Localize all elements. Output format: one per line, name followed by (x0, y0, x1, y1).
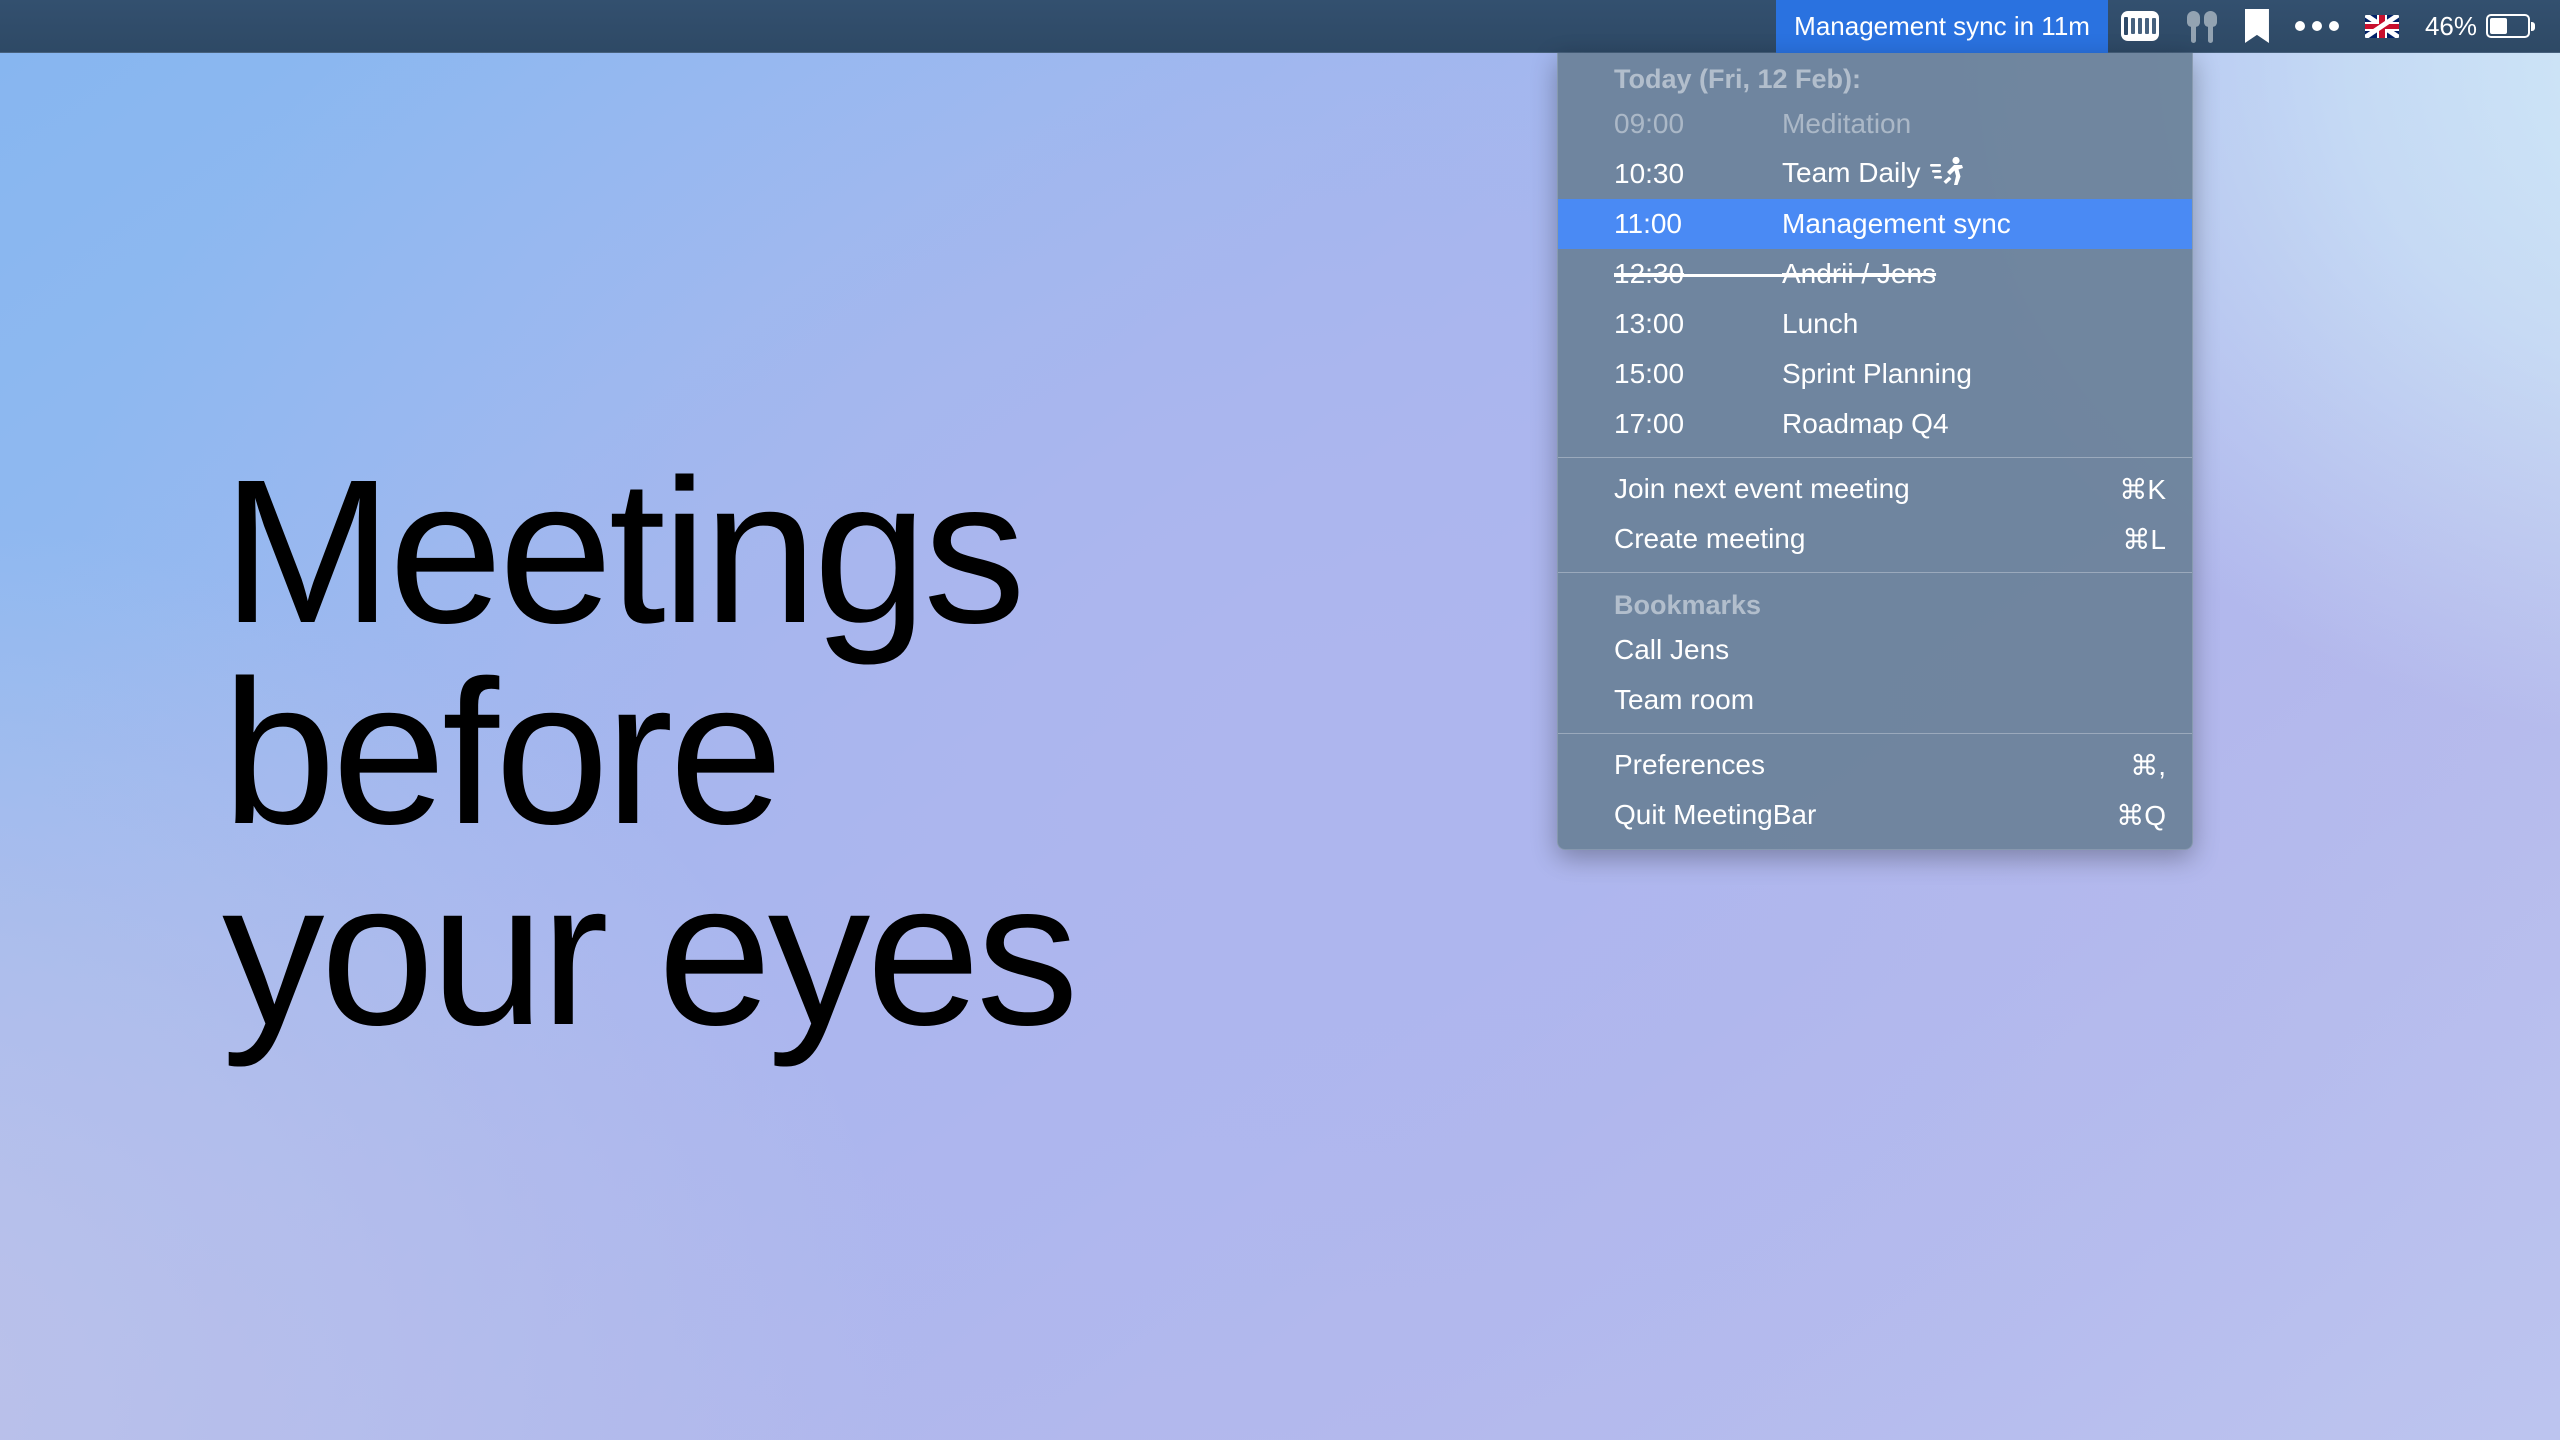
event-title: Sprint Planning (1782, 358, 1972, 389)
menu-item-label: Create meeting (1614, 523, 1806, 554)
menu-item-label: Call Jens (1614, 634, 1730, 665)
menu-item-call-jens[interactable]: Call Jens (1558, 625, 2192, 675)
event-time: 09:00 (1614, 108, 1685, 139)
audio-equalizer-glyph (2120, 11, 2159, 41)
battery-icon[interactable] (2486, 0, 2542, 53)
menu-item-create-meeting[interactable]: Create meeting ⌘L (1558, 514, 2192, 564)
event-time: 13:00 (1614, 308, 1685, 339)
footer-section: Preferences ⌘, Quit MeetingBar ⌘Q (1558, 740, 2192, 840)
event-title: Team Daily (1782, 156, 2174, 193)
event-time: 10:30 (1614, 158, 1685, 189)
menu-item-shortcut: ⌘, (2130, 749, 2166, 781)
audio-equalizer-icon[interactable] (2108, 0, 2172, 53)
menu-item-label: Quit MeetingBar (1614, 799, 1817, 830)
event-time: 11:00 (1614, 208, 1682, 239)
menu-item-label: Join next event meeting (1614, 473, 1910, 504)
menu-item-label: Team room (1614, 684, 1755, 715)
airpods-glyph (2185, 9, 2219, 43)
more-dots-glyph (2294, 21, 2339, 31)
airpods-icon[interactable] (2172, 0, 2232, 53)
menu-separator (1558, 733, 2192, 734)
event-row[interactable]: 13:00 Lunch (1558, 299, 2192, 349)
event-time: 15:00 (1614, 358, 1685, 389)
event-row-selected[interactable]: 11:00 Management sync (1558, 199, 2192, 249)
menu-item-join-next-event-meeting[interactable]: Join next event meeting ⌘K (1558, 464, 2192, 514)
event-row[interactable]: 17:00 Roadmap Q4 (1558, 399, 2192, 449)
running-person-icon (1930, 156, 1964, 193)
menu-item-quit-meetingbar[interactable]: Quit MeetingBar ⌘Q (1558, 790, 2192, 840)
bookmarks-section: Bookmarks Call Jens Team room (1558, 579, 2192, 725)
event-row[interactable]: 10:30 Team Daily (1558, 149, 2192, 199)
uk-flag-icon[interactable] (2352, 0, 2412, 53)
event-row-declined[interactable]: 12:30 Andrii / Jens (1558, 249, 2192, 299)
event-title: Andrii / Jens (1782, 258, 1937, 289)
events-section: Today (Fri, 12 Feb): 09:00 Meditation 10… (1558, 53, 2192, 449)
event-row[interactable]: 09:00 Meditation (1558, 99, 2192, 149)
event-title: Lunch (1782, 308, 1859, 339)
event-title: Management sync (1782, 208, 2011, 239)
menu-item-preferences[interactable]: Preferences ⌘, (1558, 740, 2192, 790)
menu-item-team-room[interactable]: Team room (1558, 675, 2192, 725)
actions-section: Join next event meeting ⌘K Create meetin… (1558, 464, 2192, 564)
event-title-text: Team Daily (1782, 156, 1921, 188)
menubar-meetingbar-title[interactable]: Management sync in 11m (1776, 0, 2108, 53)
bookmark-icon[interactable] (2232, 0, 2282, 53)
more-dots-icon[interactable] (2282, 0, 2352, 53)
bookmarks-header: Bookmarks (1614, 590, 1762, 620)
event-time: 12:30 (1614, 258, 1685, 289)
macos-menu-bar: Management sync in 11m 46% (0, 0, 2560, 53)
menu-separator (1558, 572, 2192, 573)
menu-item-label: Preferences (1614, 749, 1765, 780)
desktop-headline: Meetings before your eyes (222, 437, 1079, 1068)
event-title: Meditation (1782, 108, 1912, 139)
uk-flag-glyph (2364, 14, 2399, 38)
meetingbar-dropdown-menu: Today (Fri, 12 Feb): 09:00 Meditation 10… (1557, 53, 2193, 850)
battery-glyph (2486, 14, 2535, 38)
menu-separator (1558, 457, 2192, 458)
menu-item-shortcut: ⌘K (2119, 473, 2166, 505)
menu-item-shortcut: ⌘L (2122, 523, 2166, 555)
menu-item-shortcut: ⌘Q (2116, 799, 2166, 831)
event-title: Roadmap Q4 (1782, 408, 1949, 439)
battery-percentage[interactable]: 46% (2412, 11, 2486, 42)
bookmark-glyph (2244, 9, 2269, 43)
event-time: 17:00 (1614, 408, 1685, 439)
today-header: Today (Fri, 12 Feb): (1614, 64, 1862, 94)
event-row[interactable]: 15:00 Sprint Planning (1558, 349, 2192, 399)
